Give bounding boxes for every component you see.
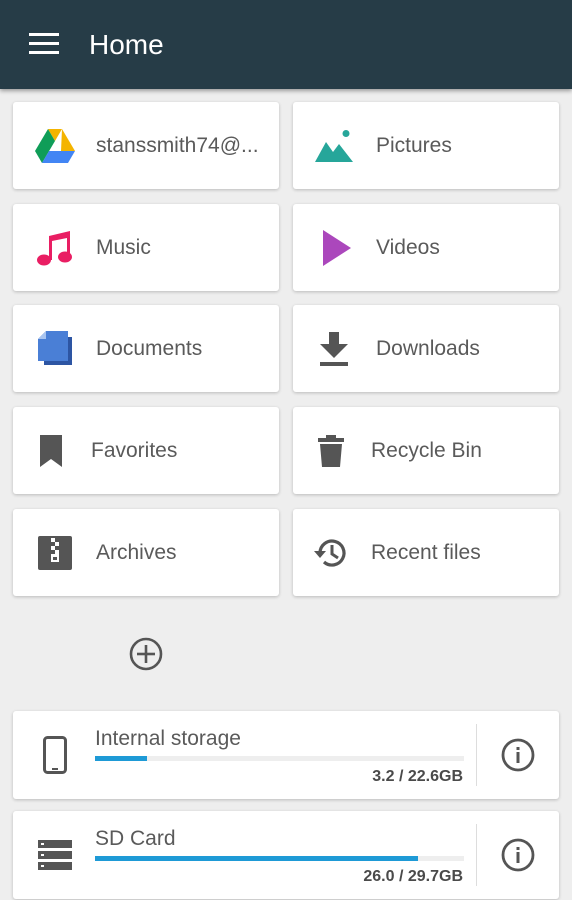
storage-usage-text: 26.0 / 29.7GB <box>363 868 463 885</box>
download-icon <box>314 332 354 366</box>
tile-downloads[interactable]: Downloads <box>293 305 559 392</box>
storage-name: SD Card <box>95 827 176 850</box>
tile-label: Downloads <box>376 337 480 360</box>
tile-archives[interactable]: Archives <box>13 509 279 596</box>
tile-documents[interactable]: Documents <box>13 305 279 392</box>
tile-label: Pictures <box>376 134 452 157</box>
app-bar: Home <box>0 0 572 89</box>
history-icon <box>311 536 351 570</box>
play-icon <box>314 230 354 266</box>
tile-pictures[interactable]: Pictures <box>293 102 559 189</box>
tile-recent-files[interactable]: Recent files <box>293 509 559 596</box>
tile-label: stanssmith74@... <box>96 134 259 157</box>
archive-zip-icon <box>35 536 75 570</box>
tile-label: Recent files <box>371 541 481 564</box>
info-icon <box>501 738 535 772</box>
page-title: Home <box>89 29 164 60</box>
tile-label: Documents <box>96 337 203 360</box>
bookmark-icon <box>31 434 71 468</box>
tile-label: Favorites <box>91 439 178 462</box>
storage-usage-fill <box>95 756 147 761</box>
divider <box>476 724 477 786</box>
storage-card-sd[interactable]: SD Card 26.0 / 29.7GB <box>13 811 559 899</box>
tile-music[interactable]: Music <box>13 204 279 291</box>
tile-label: Archives <box>96 541 177 564</box>
hamburger-menu-icon <box>29 33 59 54</box>
info-icon <box>501 838 535 872</box>
sd-card-storage-icon <box>35 835 75 875</box>
storage-usage-text: 3.2 / 22.6GB <box>372 768 463 785</box>
documents-icon <box>35 331 75 366</box>
google-drive-icon <box>35 129 75 163</box>
menu-button[interactable] <box>18 24 70 66</box>
storage-name: Internal storage <box>95 727 241 750</box>
storage-usage-bar <box>95 856 464 861</box>
music-note-icon <box>35 231 75 266</box>
tile-label: Music <box>96 236 151 259</box>
trash-icon <box>311 434 351 468</box>
phone-icon <box>35 735 75 775</box>
divider <box>476 824 477 886</box>
storage-usage-fill <box>95 856 418 861</box>
storage-usage-bar <box>95 756 464 761</box>
tile-label: Recycle Bin <box>371 439 482 462</box>
tile-favorites[interactable]: Favorites <box>13 407 279 494</box>
storage-info-button[interactable] <box>499 836 537 874</box>
pictures-icon <box>314 129 354 163</box>
tile-google-drive[interactable]: stanssmith74@... <box>13 102 279 189</box>
tile-label: Videos <box>376 236 440 259</box>
add-circle-icon <box>129 637 163 671</box>
storage-card-internal[interactable]: Internal storage 3.2 / 22.6GB <box>13 711 559 799</box>
tile-recycle-bin[interactable]: Recycle Bin <box>293 407 559 494</box>
tile-videos[interactable]: Videos <box>293 204 559 291</box>
storage-info-button[interactable] <box>499 736 537 774</box>
add-location-button[interactable] <box>128 636 164 672</box>
